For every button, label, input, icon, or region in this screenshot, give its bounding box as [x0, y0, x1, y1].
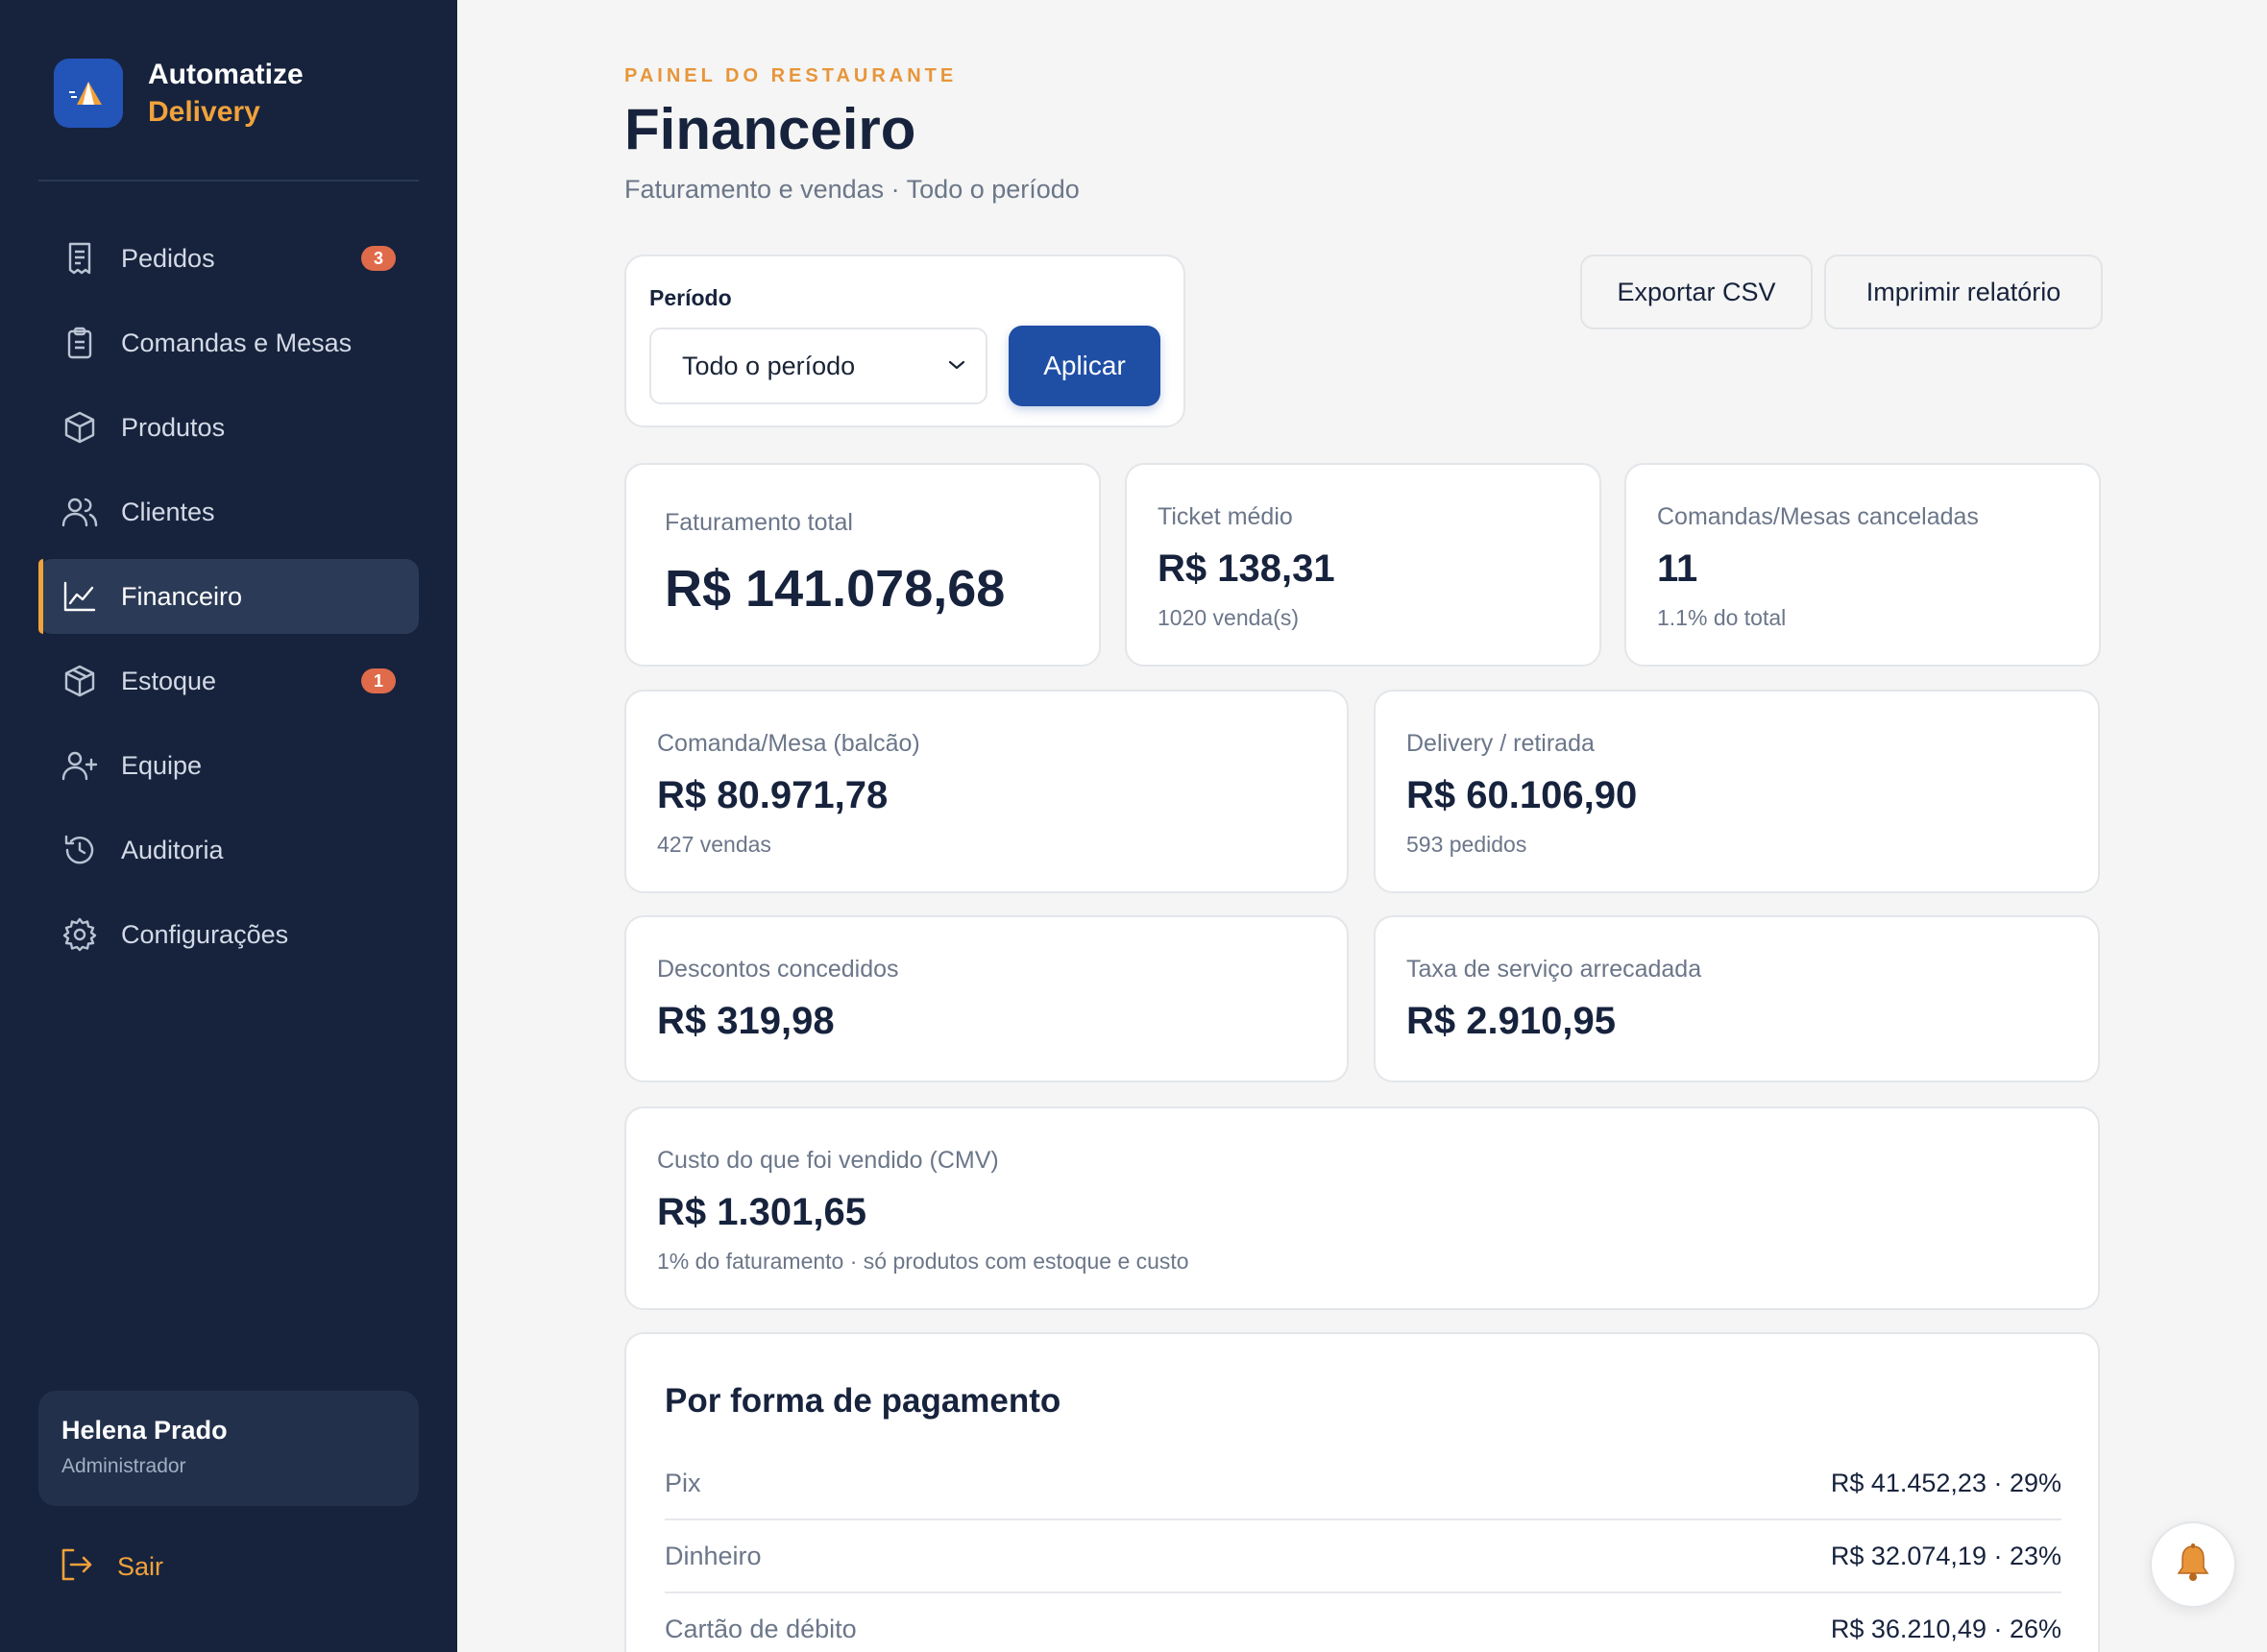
apply-button[interactable]: Aplicar: [1009, 326, 1160, 406]
card-value: 11: [1657, 547, 1698, 590]
sidebar-item-label: Financeiro: [121, 581, 243, 611]
list-item: Dinheiro R$ 32.074,19 · 23%: [665, 1520, 2061, 1593]
divider: [38, 180, 419, 182]
sidebar-nav: Pedidos 3 Comandas e Mesas Produtos Clie…: [38, 221, 419, 982]
card-value: R$ 80.971,78: [657, 774, 889, 816]
box-icon: [61, 409, 98, 446]
payment-method: Pix: [665, 1468, 701, 1497]
list-item: Cartão de débito R$ 36.210,49 · 26%: [665, 1593, 2061, 1652]
receipt-icon: [61, 240, 98, 277]
sidebar-item-comandas[interactable]: Comandas e Mesas: [38, 305, 419, 380]
sidebar-item-label: Configurações: [121, 919, 289, 949]
page-title: Financeiro: [624, 97, 916, 161]
payment-amount: R$ 32.074,19 · 23%: [1830, 1541, 2061, 1570]
chevron-down-icon: [947, 358, 966, 377]
period-filter-card: Período Todo o período Aplicar: [624, 255, 1185, 427]
sidebar-item-estoque[interactable]: Estoque 1: [38, 644, 419, 718]
card-label: Custo do que foi vendido (CMV): [657, 1147, 999, 1174]
card-value: R$ 60.106,90: [1406, 774, 1638, 816]
payments-title: Por forma de pagamento: [665, 1382, 1061, 1420]
user-card[interactable]: Helena Prado Administrador: [38, 1391, 419, 1506]
sidebar-item-label: Produtos: [121, 412, 226, 442]
period-label: Período: [649, 285, 732, 310]
card-label: Comanda/Mesa (balcão): [657, 730, 920, 757]
payment-amount: R$ 41.452,23 · 29%: [1830, 1468, 2061, 1497]
card-canceladas: Comandas/Mesas canceladas 11 1.1% do tot…: [1624, 463, 2101, 667]
brand-name: Automatize: [148, 59, 304, 90]
brand[interactable]: Automatize Delivery: [54, 56, 304, 131]
sidebar-item-label: Pedidos: [121, 243, 215, 273]
brand-sub: Delivery: [148, 96, 260, 128]
sidebar-item-auditoria[interactable]: Auditoria: [38, 813, 419, 887]
card-label: Descontos concedidos: [657, 956, 899, 983]
history-icon: [61, 832, 98, 868]
card-note: 593 pedidos: [1406, 832, 1527, 857]
card-label: Delivery / retirada: [1406, 730, 1595, 757]
logout-label: Sair: [117, 1552, 164, 1581]
sidebar-item-equipe[interactable]: Equipe: [38, 728, 419, 803]
period-select[interactable]: Todo o período: [649, 328, 987, 404]
card-label: Faturamento total: [665, 509, 853, 536]
payment-amount: R$ 36.210,49 · 26%: [1830, 1614, 2061, 1643]
card-faturamento-total: Faturamento total R$ 141.078,68: [624, 463, 1101, 667]
card-value: R$ 2.910,95: [1406, 1000, 1616, 1042]
gear-icon: [61, 916, 98, 953]
card-taxa-servico: Taxa de serviço arrecadada R$ 2.910,95: [1374, 915, 2100, 1082]
period-select-value: Todo o período: [682, 351, 856, 380]
card-delivery: Delivery / retirada R$ 60.106,90 593 ped…: [1374, 690, 2100, 893]
sidebar-item-label: Estoque: [121, 666, 217, 695]
card-note: 1020 venda(s): [1158, 605, 1300, 630]
card-value: R$ 1.301,65: [657, 1191, 866, 1233]
notifications-button[interactable]: [2150, 1521, 2236, 1608]
sidebar-item-label: Auditoria: [121, 835, 224, 864]
sidebar-item-financeiro[interactable]: Financeiro: [38, 559, 419, 634]
sidebar-item-clientes[interactable]: Clientes: [38, 474, 419, 549]
card-note: 1% do faturamento · só produtos com esto…: [657, 1249, 1189, 1274]
users-icon: [61, 494, 98, 530]
user-role: Administrador: [61, 1455, 186, 1477]
user-plus-icon: [61, 747, 98, 784]
card-value: R$ 141.078,68: [665, 560, 1006, 618]
box-icon: [61, 663, 98, 699]
card-label: Comandas/Mesas canceladas: [1657, 503, 1979, 530]
sidebar-item-label: Equipe: [121, 750, 203, 780]
page-subtitle: Faturamento e vendas · Todo o período: [624, 175, 1080, 204]
card-comanda-balcao: Comanda/Mesa (balcão) R$ 80.971,78 427 v…: [624, 690, 1349, 893]
clipboard-icon: [61, 325, 98, 361]
sidebar-item-label: Clientes: [121, 497, 215, 526]
card-label: Taxa de serviço arrecadada: [1406, 956, 1702, 983]
user-name: Helena Prado: [61, 1416, 228, 1445]
card-note: 427 vendas: [657, 832, 771, 857]
card-ticket-medio: Ticket médio R$ 138,31 1020 venda(s): [1125, 463, 1601, 667]
sidebar-item-produtos[interactable]: Produtos: [38, 390, 419, 465]
page-eyebrow: PAINEL DO RESTAURANTE: [624, 65, 958, 86]
logout-icon: [60, 1548, 94, 1586]
card-value: R$ 319,98: [657, 1000, 835, 1042]
bell-icon: [2174, 1543, 2212, 1588]
estoque-alert-badge: 1: [361, 668, 396, 693]
payments-card: Por forma de pagamento Pix R$ 41.452,23 …: [624, 1332, 2100, 1652]
card-note: 1.1% do total: [1657, 605, 1787, 630]
payments-list: Pix R$ 41.452,23 · 29% Dinheiro R$ 32.07…: [665, 1447, 2061, 1652]
sidebar-item-pedidos[interactable]: Pedidos 3: [38, 221, 419, 296]
sidebar-item-label: Comandas e Mesas: [121, 328, 353, 357]
list-item: Pix R$ 41.452,23 · 29%: [665, 1447, 2061, 1520]
payment-method: Cartão de débito: [665, 1614, 857, 1643]
payment-method: Dinheiro: [665, 1541, 762, 1570]
brand-logo-icon: [54, 59, 123, 128]
card-value: R$ 138,31: [1158, 547, 1335, 590]
card-cmv: Custo do que foi vendido (CMV) R$ 1.301,…: [624, 1106, 2100, 1310]
print-report-button[interactable]: Imprimir relatório: [1824, 255, 2103, 329]
sidebar-item-configuracoes[interactable]: Configurações: [38, 897, 419, 972]
card-label: Ticket médio: [1158, 503, 1293, 530]
card-descontos: Descontos concedidos R$ 319,98: [624, 915, 1349, 1082]
sidebar: Automatize Delivery Pedidos 3 Comandas e…: [0, 0, 457, 1652]
logout-button[interactable]: Sair: [60, 1548, 163, 1586]
export-csv-button[interactable]: Exportar CSV: [1580, 255, 1813, 329]
chart-line-icon: [61, 578, 98, 615]
main-content: PAINEL DO RESTAURANTE Financeiro Faturam…: [457, 0, 2267, 1652]
pedidos-count-badge: 3: [361, 246, 396, 271]
